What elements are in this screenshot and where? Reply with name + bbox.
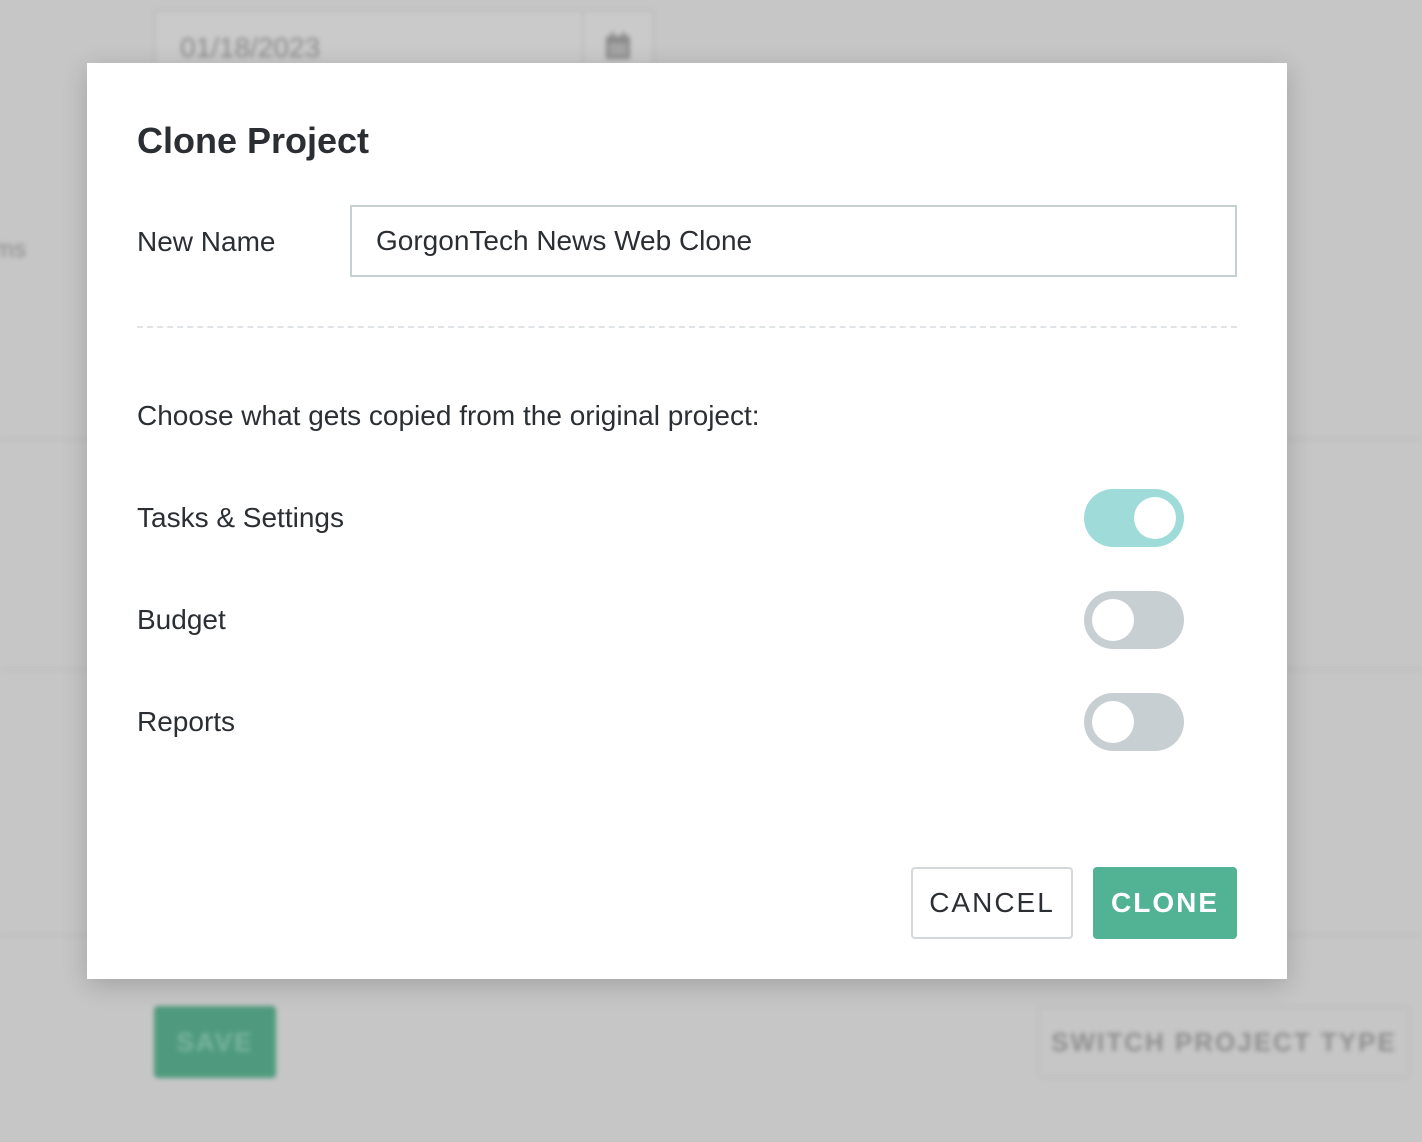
new-name-label: New Name: [137, 226, 276, 257]
background-save-button: SAVE: [154, 1006, 276, 1078]
toggle-knob: [1092, 599, 1134, 641]
background-label-fragment: ms: [0, 236, 26, 263]
option-row-budget: Budget: [137, 591, 1184, 649]
cancel-button[interactable]: CANCEL: [911, 867, 1073, 939]
option-label-reports: Reports: [137, 706, 236, 737]
dialog-title: Clone Project: [137, 120, 370, 161]
option-row-tasks-settings: Tasks & Settings: [137, 489, 1184, 547]
budget-toggle[interactable]: [1084, 591, 1184, 649]
copy-options-instruction: Choose what gets copied from the origina…: [137, 400, 760, 431]
clone-button[interactable]: CLONE: [1093, 867, 1237, 939]
background-switch-project-type-button: SWITCH PROJECT TYPE: [1038, 1006, 1410, 1078]
option-label-budget: Budget: [137, 604, 226, 635]
option-label-tasks-settings: Tasks & Settings: [137, 502, 344, 533]
background-date-value: 01/18/2023: [180, 32, 321, 63]
clone-project-dialog: Clone Project New Name Choose what gets …: [87, 63, 1287, 979]
option-row-reports: Reports: [137, 693, 1184, 751]
tasks-settings-toggle[interactable]: [1084, 489, 1184, 547]
toggle-knob: [1092, 701, 1134, 743]
reports-toggle[interactable]: [1084, 693, 1184, 751]
new-name-input[interactable]: [350, 205, 1237, 277]
toggle-knob: [1134, 497, 1176, 539]
section-divider: [137, 326, 1237, 328]
